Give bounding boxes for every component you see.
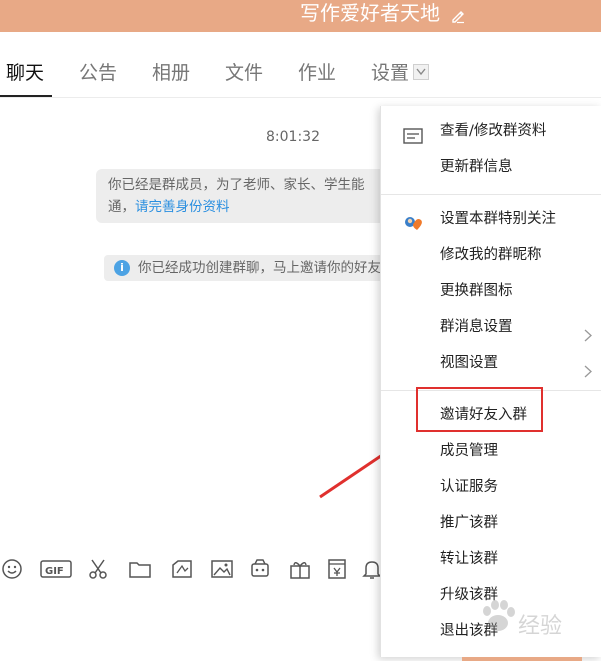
menu-item-special-care[interactable]: 设置本群特别关注	[381, 202, 601, 236]
menu-item-transfer-group[interactable]: 转让该群	[381, 542, 601, 576]
tab-settings-label: 设置	[371, 62, 410, 84]
doodle-icon[interactable]	[170, 557, 196, 583]
member-notice-line2: 通，请完善身份资料	[108, 196, 384, 218]
menu-item-view-group-profile[interactable]: 查看/修改群资料	[381, 114, 601, 148]
input-toolbar: GIF	[0, 553, 390, 589]
info-icon: i	[114, 260, 130, 276]
member-notice-bubble: 你已经是群成员，为了老师、家长、学生能 通，请完善身份资料	[96, 169, 396, 223]
svg-text:GIF: GIF	[45, 566, 64, 577]
shake-icon[interactable]	[248, 557, 274, 583]
watermark-text: 经验	[518, 614, 563, 639]
paw-logo-icon	[483, 600, 515, 631]
menu-item-certification[interactable]: 认证服务	[381, 470, 601, 504]
menu-divider	[381, 194, 601, 195]
send-button-edge[interactable]	[462, 657, 582, 661]
complete-profile-link[interactable]: 请完善身份资料	[135, 199, 230, 215]
menu-item-message-settings[interactable]: 群消息设置	[381, 310, 601, 344]
tab-files[interactable]: 文件	[225, 58, 263, 85]
folder-icon[interactable]	[128, 557, 154, 583]
menu-item-update-group-info[interactable]: 更新群信息	[381, 150, 601, 184]
menu-item-label: 更新群信息	[440, 159, 513, 175]
gift-icon[interactable]	[288, 557, 314, 583]
tab-announcement[interactable]: 公告	[79, 58, 117, 85]
emoji-icon[interactable]	[0, 557, 26, 583]
member-notice-prefix: 通，	[108, 199, 135, 215]
member-notice-line1: 你已经是群成员，为了老师、家长、学生能	[108, 177, 365, 193]
chevron-down-icon[interactable]	[413, 63, 430, 80]
scissors-icon[interactable]	[86, 557, 112, 583]
menu-item-label: 群消息设置	[440, 319, 513, 335]
menu-item-label: 修改我的群昵称	[440, 247, 542, 263]
highlight-box-annotation	[416, 387, 543, 432]
tab-chat[interactable]: 聊天	[6, 58, 44, 85]
menu-item-label: 推广该群	[440, 515, 498, 531]
group-created-text: 你已经成功创建群聊，马上邀请你的好友	[138, 260, 381, 276]
message-timestamp: 8:01:32	[266, 129, 320, 145]
group-title: 写作爱好者天地	[300, 1, 440, 25]
group-created-notice: i 你已经成功创建群聊，马上邀请你的好友	[104, 255, 394, 281]
menu-item-view-settings[interactable]: 视图设置	[381, 346, 601, 380]
tab-settings[interactable]: 设置	[371, 58, 430, 85]
active-tab-indicator	[0, 95, 52, 97]
baidu-jingyan-watermark: 经验	[478, 596, 596, 646]
group-title-area[interactable]: 写作爱好者天地	[300, 0, 466, 32]
gif-icon[interactable]: GIF	[40, 557, 72, 583]
settings-dropdown-menu: 查看/修改群资料 更新群信息 设置本群特别关注 修改我的群昵称 更换群图标 群消…	[380, 106, 601, 657]
menu-item-label: 查看/修改群资料	[440, 123, 547, 139]
window-header: 写作爱好者天地	[0, 0, 601, 32]
menu-item-edit-nickname[interactable]: 修改我的群昵称	[381, 238, 601, 272]
menu-item-promote-group[interactable]: 推广该群	[381, 506, 601, 540]
image-icon[interactable]	[210, 557, 236, 583]
edit-icon[interactable]	[450, 4, 466, 30]
menu-item-member-management[interactable]: 成员管理	[381, 434, 601, 468]
group-tabs: 聊天 公告 相册 文件 作业 设置	[0, 50, 601, 98]
menu-item-label: 视图设置	[440, 355, 498, 371]
chevron-right-icon	[584, 357, 592, 391]
tab-homework[interactable]: 作业	[298, 58, 336, 85]
menu-item-label: 成员管理	[440, 443, 498, 459]
tab-album[interactable]: 相册	[152, 58, 190, 85]
menu-item-label: 转让该群	[440, 551, 498, 567]
menu-item-label: 认证服务	[440, 479, 498, 495]
menu-item-change-group-icon[interactable]: 更换群图标	[381, 274, 601, 308]
vote-icon[interactable]	[325, 557, 351, 583]
menu-item-label: 更换群图标	[440, 283, 513, 299]
menu-item-label: 设置本群特别关注	[440, 211, 556, 227]
